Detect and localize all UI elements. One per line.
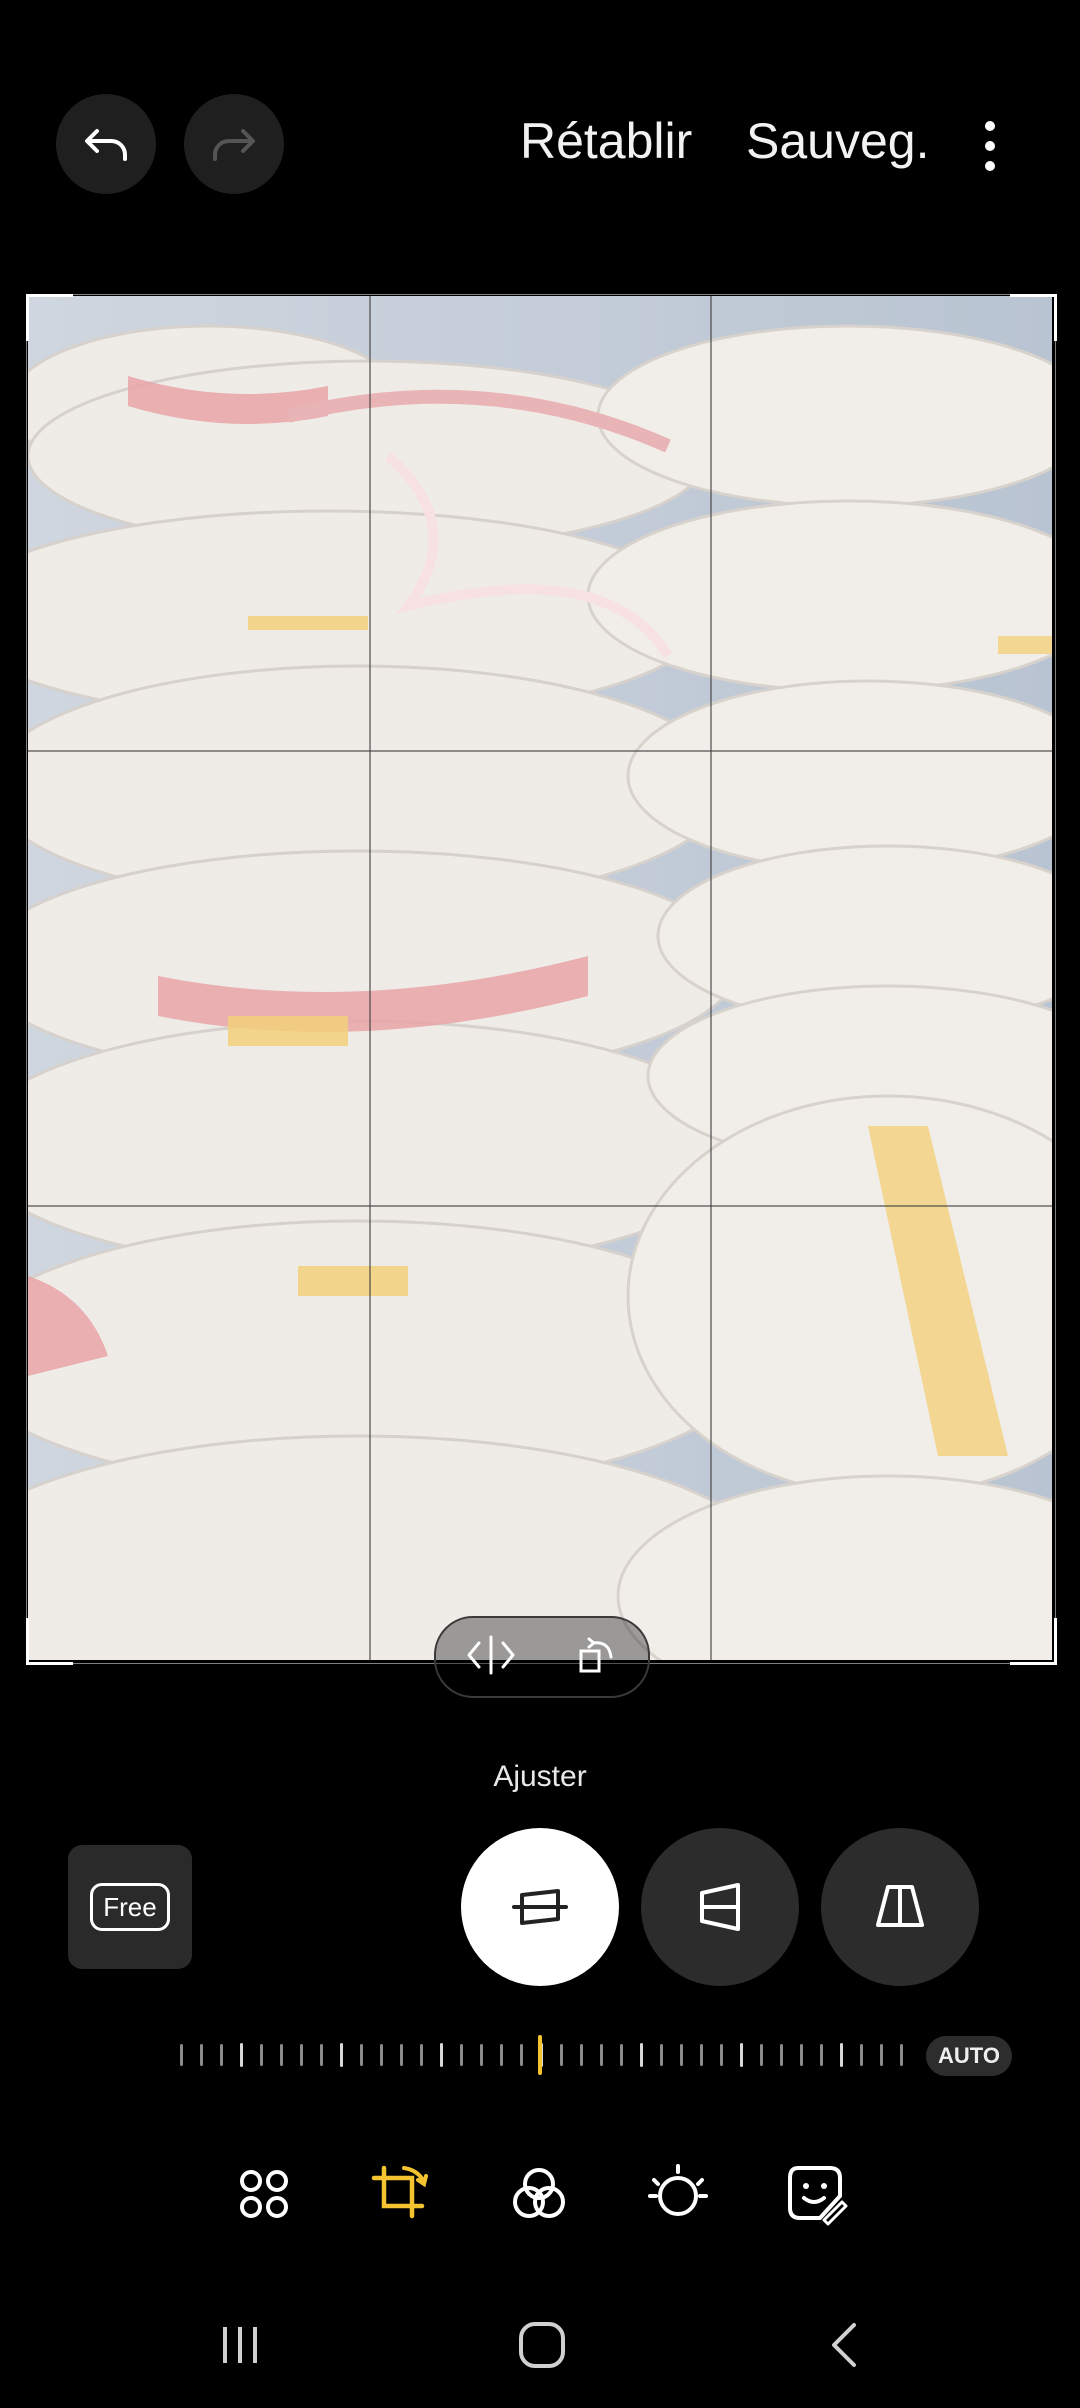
sticker-icon [788, 2166, 848, 2226]
slider-tick [180, 2044, 183, 2066]
slider-tick [480, 2044, 483, 2066]
crop-rotate-button[interactable] [364, 2158, 436, 2230]
aspect-ratio-label: Free [90, 1883, 170, 1931]
slider-tick [320, 2044, 323, 2066]
slider-tick [680, 2044, 683, 2066]
rotate-button[interactable] [575, 1633, 619, 1682]
straighten-slider[interactable] [180, 2030, 903, 2080]
back-button[interactable] [804, 2310, 884, 2380]
slider-tick [760, 2044, 763, 2066]
home-button[interactable] [502, 2310, 582, 2380]
filters-button[interactable] [503, 2158, 575, 2230]
slider-tick [580, 2044, 583, 2066]
crop-handle-top-left[interactable] [26, 294, 73, 341]
straighten-icon [512, 1889, 568, 1925]
save-button[interactable]: Sauveg. [746, 112, 929, 170]
crop-rotate-icon [371, 2165, 428, 2219]
flip-horizontal-button[interactable] [465, 1633, 517, 1682]
crop-frame[interactable] [26, 294, 1056, 1664]
sticker-button[interactable] [780, 2158, 852, 2230]
flip-rotate-pill [434, 1616, 650, 1698]
slider-tick [300, 2044, 303, 2066]
home-icon [519, 2322, 565, 2368]
recent-apps-icon [223, 2327, 257, 2363]
undo-icon [85, 129, 127, 161]
slider-tick [900, 2044, 903, 2066]
slider-tick [740, 2043, 743, 2067]
reset-button[interactable]: Rétablir [520, 112, 692, 170]
slider-tick [620, 2044, 623, 2066]
recent-apps-button[interactable] [200, 2310, 280, 2380]
slider-tick [880, 2044, 883, 2066]
mode-label: Ajuster [493, 1760, 587, 1793]
flip-horizontal-icon [467, 1635, 515, 1674]
filters-icon [513, 2168, 565, 2218]
redo-button[interactable] [184, 94, 284, 194]
slider-tick [420, 2044, 423, 2066]
slider-tick [840, 2043, 843, 2067]
tool-menu-button[interactable] [228, 2158, 300, 2230]
slider-tick [280, 2044, 283, 2066]
slider-tick [560, 2044, 563, 2066]
vertical-perspective-button[interactable] [641, 1828, 799, 1986]
grid-apps-icon [240, 2170, 288, 2218]
vertical-perspective-icon [700, 1883, 740, 1931]
slider-tick [520, 2044, 523, 2066]
auto-button[interactable]: AUTO [926, 2036, 1012, 2076]
slider-tick [780, 2044, 783, 2066]
slider-tick [360, 2044, 363, 2066]
crop-handle-bottom-left[interactable] [26, 1618, 73, 1665]
slider-tick [460, 2044, 463, 2066]
slider-tick [440, 2043, 443, 2067]
slider-tick [640, 2043, 643, 2067]
back-icon [832, 2323, 856, 2367]
slider-tick [400, 2044, 403, 2066]
slider-tick [220, 2044, 223, 2066]
slider-tick [600, 2044, 603, 2066]
slider-tick [700, 2044, 703, 2066]
slider-tick [500, 2044, 503, 2066]
slider-tick [800, 2044, 803, 2066]
slider-tick [380, 2044, 383, 2066]
horizontal-perspective-icon [876, 1885, 924, 1927]
brightness-button[interactable] [642, 2158, 714, 2230]
slider-thumb[interactable] [538, 2035, 542, 2075]
slider-tick [240, 2043, 243, 2067]
undo-button[interactable] [56, 94, 156, 194]
slider-tick [340, 2043, 343, 2067]
aspect-ratio-button[interactable]: Free [68, 1845, 192, 1969]
slider-tick [200, 2044, 203, 2066]
slider-tick [720, 2044, 723, 2066]
rotate-icon [579, 1637, 613, 1672]
slider-tick [660, 2044, 663, 2066]
redo-icon [213, 129, 255, 161]
straighten-button[interactable] [461, 1828, 619, 1986]
slider-tick [820, 2044, 823, 2066]
more-vertical-icon [985, 121, 995, 171]
crop-handle-bottom-right[interactable] [1010, 1618, 1057, 1665]
brightness-icon [648, 2164, 708, 2216]
slider-tick [260, 2044, 263, 2066]
more-options-button[interactable] [972, 116, 1008, 180]
horizontal-perspective-button[interactable] [821, 1828, 979, 1986]
crop-handle-top-right[interactable] [1010, 294, 1057, 341]
slider-tick [860, 2044, 863, 2066]
